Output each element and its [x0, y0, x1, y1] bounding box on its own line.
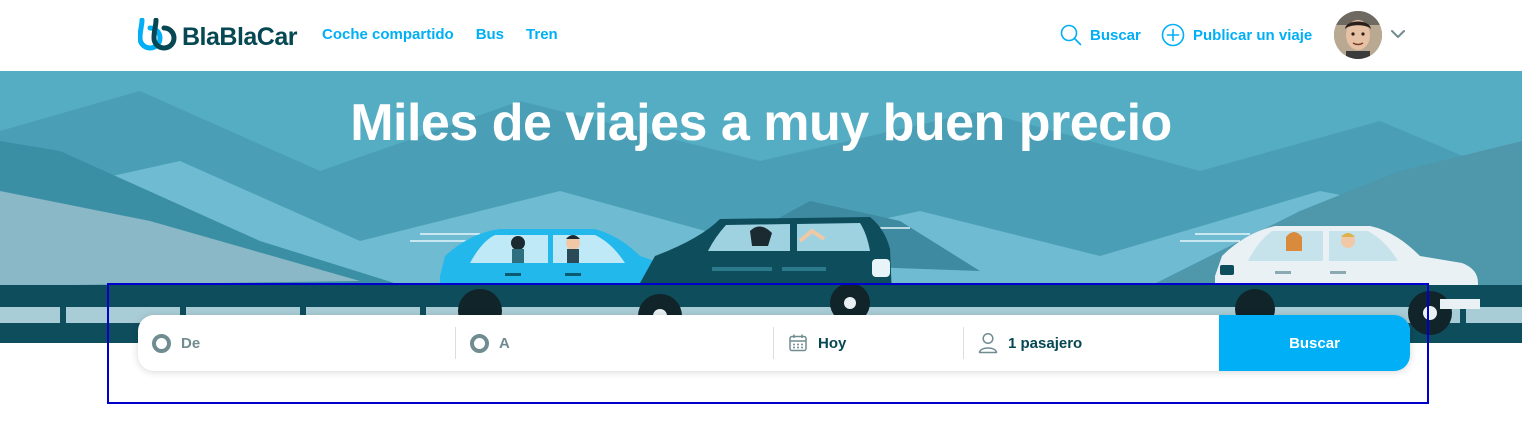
nav-train[interactable]: Tren: [526, 25, 558, 45]
header-search-label: Buscar: [1090, 26, 1141, 44]
location-dot-icon: [152, 333, 171, 353]
publish-ride-label: Publicar un viaje: [1193, 26, 1313, 44]
logo[interactable]: BlaBlaCar: [137, 17, 298, 52]
date-field[interactable]: Hoy: [774, 315, 964, 371]
search-submit-button[interactable]: Buscar: [1219, 315, 1410, 371]
plus-circle-icon: [1161, 23, 1185, 47]
passengers-value: 1 pasajero: [1008, 334, 1083, 352]
avatar[interactable]: [1334, 11, 1382, 59]
nav-carpool[interactable]: Coche compartido: [322, 25, 454, 45]
hero-banner: Miles de viajes a muy buen precio: [0, 71, 1522, 343]
search-bar: De A Hoy 1 pasajero Buscar: [138, 315, 1410, 371]
from-placeholder: De: [181, 334, 201, 352]
page: BlaBlaCar Coche compartido Bus Tren Busc…: [0, 0, 1522, 423]
logo-text: BlaBlaCar: [182, 23, 298, 51]
calendar-icon: [789, 334, 807, 352]
publish-ride-link[interactable]: Publicar un viaje: [1161, 20, 1312, 50]
main-nav: Coche compartido Bus Tren: [322, 25, 580, 45]
date-value: Hoy: [818, 334, 847, 352]
person-icon: [978, 332, 998, 354]
to-field[interactable]: A: [456, 315, 774, 371]
location-dot-icon: [470, 333, 489, 353]
from-field[interactable]: De: [138, 315, 456, 371]
nav-bus[interactable]: Bus: [476, 25, 504, 45]
header-search-link[interactable]: Buscar: [1060, 20, 1141, 50]
to-placeholder: A: [499, 334, 510, 352]
hero-title: Miles de viajes a muy buen precio: [350, 94, 1172, 152]
top-header: BlaBlaCar Coche compartido Bus Tren Busc…: [0, 0, 1522, 71]
search-icon: [1060, 24, 1082, 46]
logo-icon: [137, 17, 178, 52]
passengers-field[interactable]: 1 pasajero: [964, 315, 1219, 371]
chevron-down-icon[interactable]: [1390, 28, 1406, 40]
